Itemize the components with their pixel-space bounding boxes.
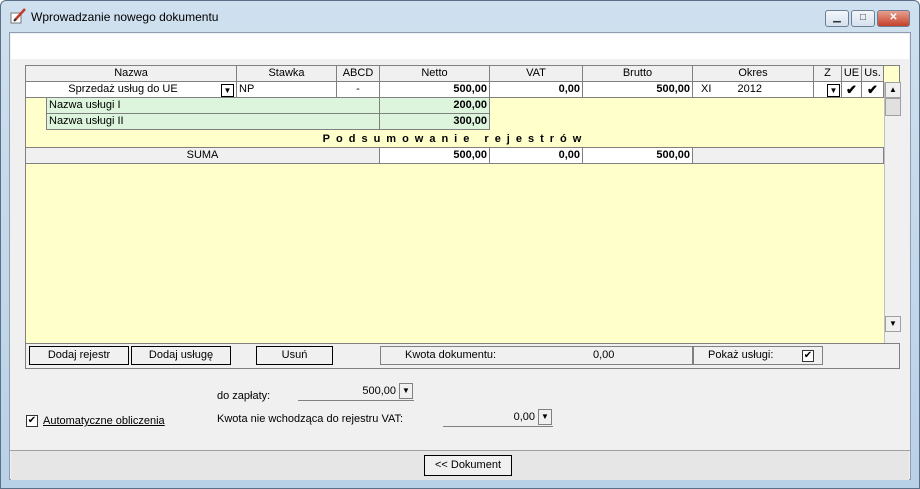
scroll-thumb[interactable] — [885, 98, 901, 116]
ue-check-icon[interactable]: ✔ — [842, 82, 862, 98]
z-dropdown-icon[interactable]: ▼ — [827, 84, 840, 97]
header-us[interactable]: Us. — [862, 66, 884, 82]
add-service-button[interactable]: Dodaj usługę — [131, 346, 231, 365]
register-net-cell[interactable]: 500,00 — [380, 82, 490, 98]
sum-vat: 0,00 — [490, 147, 583, 164]
not-in-vat-dropdown-icon[interactable]: ▼ — [538, 409, 552, 425]
summary-title: Podsumowanie rejestrów — [322, 133, 588, 145]
header-gross[interactable]: Brutto — [583, 66, 693, 82]
close-button[interactable]: ✕ — [877, 10, 910, 27]
not-in-vat-label: Kwota nie wchodząca do rejestru VAT: — [217, 413, 404, 425]
us-check-icon[interactable]: ✔ — [862, 82, 884, 98]
service-name-cell[interactable]: Nazwa usługi II — [46, 114, 380, 130]
not-in-vat-value: 0,00 — [513, 411, 535, 423]
to-pay-combo[interactable]: 500,00 ▼ — [298, 383, 414, 401]
header-period[interactable]: Okres — [693, 66, 814, 82]
main-window: Wprowadzanie nowego dokumentu ▁ □ ✕ Nazw… — [0, 0, 920, 489]
period-month: XI — [701, 83, 712, 95]
register-name: Sprzedaż usług do UE — [68, 83, 178, 95]
header-net[interactable]: Netto — [380, 66, 490, 82]
sum-gross: 500,00 — [583, 147, 693, 164]
doc-amount-field: Kwota dokumentu: 0,00 — [380, 346, 693, 365]
register-gross-cell[interactable]: 500,00 — [583, 82, 693, 98]
service-name-cell[interactable]: Nazwa usługi I — [46, 98, 380, 114]
header-ue[interactable]: UE — [842, 66, 862, 82]
grid-toolbar: Dodaj rejestr Dodaj usługę Usuń Kwota do… — [25, 343, 900, 369]
to-pay-label: do zapłaty: — [217, 390, 271, 402]
sum-label: SUMA — [26, 147, 380, 164]
show-services-field: Pokaż usługi: ✔ — [693, 346, 823, 365]
delete-button[interactable]: Usuń — [256, 346, 333, 365]
register-name-cell[interactable]: Sprzedaż usług do UE — [26, 82, 237, 98]
back-to-document-button[interactable]: << Dokument — [424, 455, 512, 476]
pen-document-icon — [10, 8, 26, 24]
to-pay-value: 500,00 — [362, 385, 396, 397]
to-pay-dropdown-icon[interactable]: ▼ — [399, 383, 413, 399]
minimize-button[interactable]: ▁ — [825, 10, 849, 27]
add-register-button[interactable]: Dodaj rejestr — [29, 346, 129, 365]
scroll-up-icon[interactable]: ▲ — [885, 82, 901, 98]
abcd-cell[interactable]: - — [337, 82, 380, 98]
header-name[interactable]: Nazwa — [26, 66, 237, 82]
doc-amount-value: 0,00 — [593, 349, 615, 361]
auto-calc-checkbox[interactable]: ✔ — [26, 415, 38, 427]
show-services-checkbox[interactable]: ✔ — [802, 350, 814, 362]
doc-amount-label: Kwota dokumentu: — [405, 349, 497, 361]
rate-cell[interactable]: NP — [237, 82, 337, 98]
window-title: Wprowadzanie nowego dokumentu — [31, 10, 219, 24]
footer: << Dokument — [11, 451, 909, 480]
scroll-down-icon[interactable]: ▼ — [885, 316, 901, 332]
show-services-label: Pokaż usługi: — [708, 349, 774, 361]
maximize-button[interactable]: □ — [851, 10, 875, 27]
service-net-cell[interactable]: 200,00 — [380, 98, 490, 114]
service-net-cell[interactable]: 300,00 — [380, 114, 490, 130]
period-year: 2012 — [737, 83, 763, 95]
title-bar[interactable]: Wprowadzanie nowego dokumentu ▁ □ ✕ — [1, 1, 919, 31]
sum-empty — [693, 147, 884, 164]
header-rate[interactable]: Stawka — [237, 66, 337, 82]
register-dropdown-icon[interactable]: ▼ — [221, 84, 234, 97]
client-area: Nazwa Stawka ABCD Netto VAT Brutto Okres… — [9, 32, 911, 480]
auto-calc-label[interactable]: Automatyczne obliczenia — [43, 414, 165, 428]
header-abcd[interactable]: ABCD — [337, 66, 380, 82]
register-vat-cell[interactable]: 0,00 — [490, 82, 583, 98]
header-z[interactable]: Z — [814, 66, 842, 82]
period-cell[interactable]: XI 2012 — [693, 82, 814, 98]
vertical-scrollbar[interactable]: ▲ ▼ — [884, 82, 901, 368]
header-vat[interactable]: VAT — [490, 66, 583, 82]
not-in-vat-combo[interactable]: 0,00 ▼ — [443, 409, 553, 427]
sum-net: 500,00 — [380, 147, 490, 164]
top-strip — [11, 34, 909, 59]
registers-grid: Nazwa Stawka ABCD Netto VAT Brutto Okres… — [25, 65, 901, 369]
